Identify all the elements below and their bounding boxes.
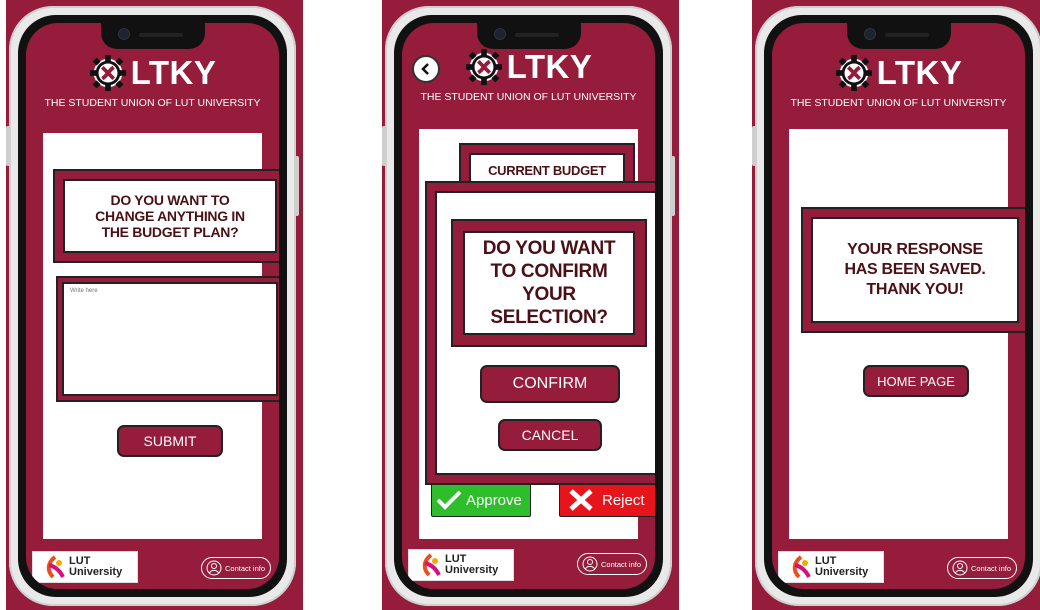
current-budget-title: CURRENT BUDGET	[488, 163, 606, 178]
approve-button[interactable]: Approve	[431, 483, 531, 517]
confirm-button[interactable]: CONFIRM	[480, 365, 620, 403]
content-area: DO YOU WANT TO CHANGE ANYTHING IN THE BU…	[43, 133, 279, 539]
lut-logo-icon	[792, 555, 811, 579]
contact-info-label: Contact info	[225, 563, 266, 573]
lut-logo-icon	[422, 553, 441, 577]
ltky-logo: LTKY	[26, 53, 279, 93]
question-card-inner: DO YOU WANT TO CHANGE ANYTHING IN THE BU…	[63, 179, 277, 253]
check-icon	[436, 490, 462, 510]
speaker	[514, 33, 559, 37]
contact-info-button[interactable]: Contact info	[201, 557, 271, 579]
cancel-button[interactable]: CANCEL	[498, 419, 602, 451]
phone-1-background: LTKY THE STUDENT UNION OF LUT UNIVERSITY…	[6, 0, 303, 610]
speaker	[138, 33, 183, 37]
confirm-modal: DO YOU WANT TO CONFIRM YOUR SELECTION? C…	[425, 181, 655, 485]
lut-university-logo: LUT University	[778, 551, 884, 583]
logo-text: LTKY	[876, 54, 963, 91]
approve-label: Approve	[466, 491, 522, 509]
lut-university-logo: LUT University	[408, 549, 514, 581]
user-icon	[582, 556, 598, 572]
subtitle: THE STUDENT UNION OF LUT UNIVERSITY	[420, 91, 637, 103]
question-text: DO YOU WANT TO CHANGE ANYTHING IN THE BU…	[95, 192, 245, 240]
ltky-gear-icon	[465, 48, 502, 86]
saved-message-inner: YOUR RESPONSE HAS BEEN SAVED. THANK YOU!	[811, 217, 1019, 323]
reject-button[interactable]: Reject	[559, 483, 655, 517]
user-icon	[952, 560, 968, 576]
contact-info-label: Contact info	[601, 559, 642, 569]
phone-1-screen: LTKY THE STUDENT UNION OF LUT UNIVERSITY…	[26, 23, 279, 589]
ltky-gear-icon	[835, 54, 872, 92]
confirm-modal-inner: DO YOU WANT TO CONFIRM YOUR SELECTION? C…	[435, 191, 655, 475]
ltky-logo: LTKY	[772, 53, 1025, 93]
contact-info-button[interactable]: Contact info	[577, 553, 647, 575]
university-text: University	[445, 564, 499, 576]
confirm-question-card: DO YOU WANT TO CONFIRM YOUR SELECTION?	[451, 219, 647, 347]
notch	[476, 23, 581, 49]
camera-icon	[864, 29, 875, 39]
confirm-question-inner: DO YOU WANT TO CONFIRM YOUR SELECTION?	[463, 231, 635, 335]
phone-2-screen: LTKY THE STUDENT UNION OF LUT UNIVERSITY…	[402, 23, 655, 589]
ltky-gear-icon	[89, 54, 126, 92]
text-input-frame	[56, 276, 279, 402]
lut-logo-icon	[46, 555, 65, 579]
phone-2-frame: LTKY THE STUDENT UNION OF LUT UNIVERSITY…	[382, 6, 675, 606]
content-area: YOUR RESPONSE HAS BEEN SAVED. THANK YOU!…	[789, 129, 1025, 539]
contact-info-button[interactable]: Contact info	[947, 557, 1017, 579]
question-card: DO YOU WANT TO CHANGE ANYTHING IN THE BU…	[53, 169, 279, 263]
notch	[846, 23, 951, 49]
logo-text: LTKY	[130, 54, 217, 91]
university-text: University	[815, 566, 869, 578]
content-area: CURRENT BUDGET Approve Reject DO YOU WAN…	[419, 129, 655, 539]
phone-3-screen: LTKY THE STUDENT UNION OF LUT UNIVERSITY…	[772, 23, 1025, 589]
contact-info-label: Contact info	[971, 563, 1012, 573]
phone-2-background: LTKY THE STUDENT UNION OF LUT UNIVERSITY…	[382, 0, 679, 610]
user-icon	[206, 560, 222, 576]
phone-3-background: LTKY THE STUDENT UNION OF LUT UNIVERSITY…	[752, 0, 1040, 610]
camera-icon	[494, 29, 505, 39]
logo-text: LTKY	[506, 48, 593, 85]
saved-message-card: YOUR RESPONSE HAS BEEN SAVED. THANK YOU!	[801, 207, 1025, 333]
budget-change-input[interactable]	[62, 282, 278, 396]
submit-button[interactable]: SUBMIT	[117, 425, 223, 457]
speaker	[884, 33, 929, 37]
ltky-logo: LTKY	[402, 47, 655, 87]
confirm-question-text: DO YOU WANT TO CONFIRM YOUR SELECTION?	[482, 238, 616, 328]
home-page-button[interactable]: HOME PAGE	[863, 365, 969, 397]
university-text: University	[69, 566, 123, 578]
lut-university-logo: LUT University	[32, 551, 138, 583]
camera-icon	[118, 29, 129, 39]
notch	[100, 23, 205, 49]
saved-message-text: YOUR RESPONSE HAS BEEN SAVED. THANK YOU!	[844, 241, 986, 298]
phone-1-frame: LTKY THE STUDENT UNION OF LUT UNIVERSITY…	[6, 6, 299, 606]
reject-label: Reject	[602, 491, 645, 509]
subtitle: THE STUDENT UNION OF LUT UNIVERSITY	[790, 97, 1007, 109]
x-icon	[569, 489, 593, 511]
phone-3-frame: LTKY THE STUDENT UNION OF LUT UNIVERSITY…	[752, 6, 1040, 606]
subtitle: THE STUDENT UNION OF LUT UNIVERSITY	[44, 97, 261, 109]
